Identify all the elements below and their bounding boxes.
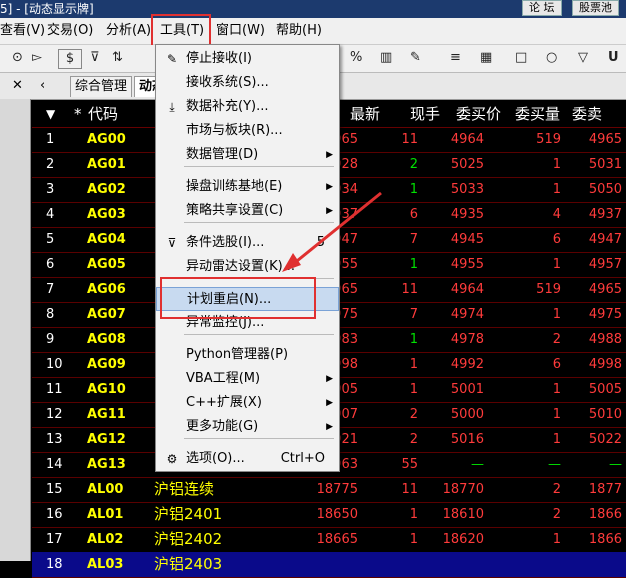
annotation-arrow [282, 191, 382, 272]
